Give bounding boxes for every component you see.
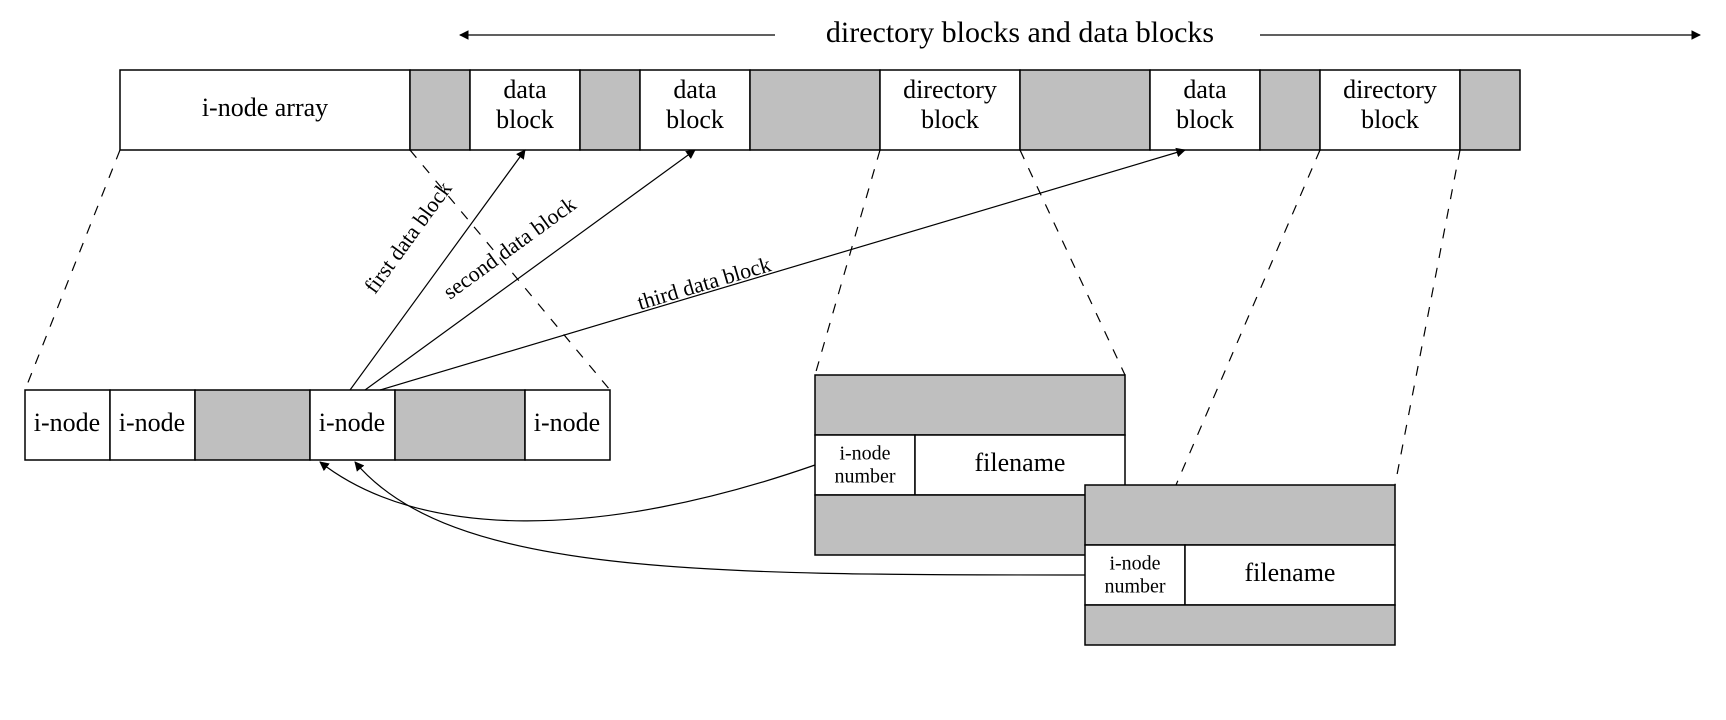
svg-text:data: data: [503, 75, 547, 104]
dir-block-2-expanded: i-node number filename: [1085, 485, 1395, 645]
slot-0: data block: [470, 70, 580, 150]
filesystem-diagram: directory blocks and data blocks i-node …: [0, 0, 1726, 720]
svg-text:directory: directory: [1343, 75, 1437, 104]
disk-strip: i-node array data block data block direc…: [120, 70, 1520, 150]
header-group: directory blocks and data blocks: [460, 16, 1700, 49]
dir-block-1-expanded: i-node number filename: [815, 375, 1125, 555]
svg-text:i-node: i-node: [839, 443, 890, 465]
svg-text:block: block: [1176, 105, 1234, 134]
svg-text:block: block: [496, 105, 554, 134]
third-arrow-label: third data block: [634, 251, 773, 314]
svg-text:filename: filename: [975, 448, 1066, 477]
svg-text:data: data: [673, 75, 717, 104]
inode-array-detail: i-node i-node i-node i-node: [25, 390, 610, 460]
inode-array-label: i-node array: [202, 93, 328, 122]
svg-text:i-node: i-node: [1109, 553, 1160, 575]
inode-expand-left: [25, 150, 120, 390]
svg-text:filename: filename: [1245, 558, 1336, 587]
svg-text:i-node: i-node: [534, 408, 600, 437]
first-arrow-label: first data block: [359, 176, 457, 297]
slot-2: directory block: [880, 70, 1020, 150]
svg-text:block: block: [921, 105, 979, 134]
slot-4: directory block: [1320, 70, 1460, 150]
dir1-to-inode-arrow: [320, 462, 815, 521]
svg-text:block: block: [666, 105, 724, 134]
slot-1: data block: [640, 70, 750, 150]
second-arrow-label: second data block: [438, 191, 580, 304]
svg-text:directory: directory: [903, 75, 997, 104]
svg-text:i-node: i-node: [119, 408, 185, 437]
svg-text:number: number: [834, 466, 895, 488]
svg-text:data: data: [1183, 75, 1227, 104]
svg-text:number: number: [1104, 576, 1165, 598]
svg-text:i-node: i-node: [34, 408, 100, 437]
svg-text:i-node: i-node: [319, 408, 385, 437]
svg-text:block: block: [1361, 105, 1419, 134]
inode-arrows: first data block second data block third…: [350, 150, 1185, 390]
header-text: directory blocks and data blocks: [826, 16, 1214, 49]
slot-3: data block: [1150, 70, 1260, 150]
